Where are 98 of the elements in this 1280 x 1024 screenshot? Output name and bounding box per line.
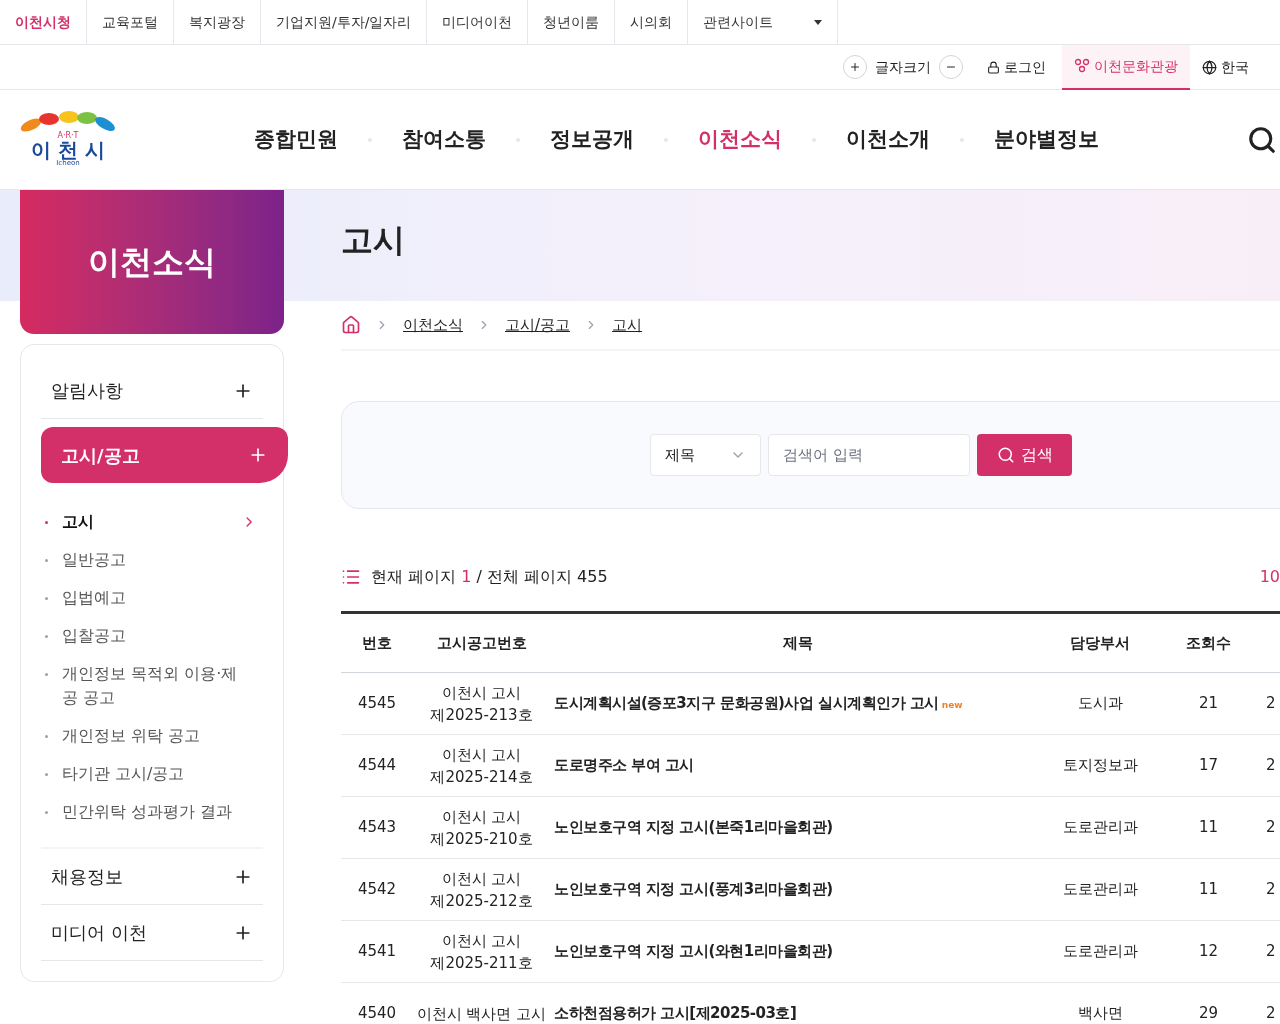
side-menu-item[interactable]: 고시/공고 (41, 427, 288, 483)
table-cell: 4543 (341, 796, 413, 859)
sub-menu-item[interactable]: 입법예고 (45, 579, 263, 617)
sub-menu-item[interactable]: 개인정보 목적외 이용·제공 공고 (45, 655, 263, 717)
table-cell: 도로관리과 (1045, 858, 1155, 921)
table-cell-text: 제2025-212호 (429, 890, 534, 912)
table-cell-text: 제2025-210호 (429, 828, 534, 850)
table-cell: 2 (1262, 672, 1280, 735)
notice-title-link[interactable]: 노인보호구역 지정 고시(본죽1리마을회관) (554, 818, 833, 837)
main-nav-item[interactable]: 참여소통 (402, 123, 486, 156)
logo-tagline: A·R·T (57, 131, 79, 140)
breadcrumb-link[interactable]: 고시/공고 (505, 313, 571, 337)
top-link[interactable]: 이천시청 (0, 0, 87, 44)
top-link[interactable]: 미디어이천 (427, 0, 529, 44)
table-cell-text: 이천시 고시 (440, 806, 523, 828)
related-sites-dropdown[interactable]: 관련사이트 (688, 0, 839, 44)
table-cell-text: 제2025-211호 (429, 952, 534, 974)
plus-icon (849, 61, 861, 73)
search-icon (996, 446, 1015, 464)
table-cell: 17 (1155, 734, 1262, 797)
main-nav-item[interactable]: 이천소개 (846, 123, 930, 156)
search-input[interactable]: 검색어 입력 (768, 434, 970, 476)
sub-menu-item[interactable]: 입찰공고 (45, 617, 263, 655)
notice-title-link[interactable]: 도시계획시설(증포3지구 문화공원)사업 실시계획인가 고시 (554, 694, 939, 713)
login-link[interactable]: 로그인 (987, 56, 1046, 78)
table-cell: 21 (1155, 672, 1262, 735)
list-icon (341, 567, 361, 587)
globe-icon (1202, 59, 1217, 75)
table-cell-text: 이천시 백사면 고시 (415, 1003, 548, 1024)
top-link[interactable]: 복지광장 (174, 0, 261, 44)
breadcrumb-link[interactable]: 이천소식 (403, 313, 463, 337)
caret-icon (814, 19, 823, 25)
sub-menu-item[interactable]: 민간위탁 성과평가 결과 (45, 793, 263, 831)
sub-menu-item[interactable]: 고시 (45, 503, 263, 541)
language-link[interactable]: 한국 (1202, 56, 1249, 78)
column-header: 제목 (550, 612, 1045, 673)
top-link[interactable]: 시의회 (615, 0, 689, 44)
table-cell: 2 (1262, 734, 1280, 797)
home-icon[interactable] (341, 315, 361, 335)
main-nav-item[interactable]: 정보공개 (550, 123, 634, 156)
top-link[interactable]: 청년이룸 (528, 0, 616, 44)
table-cell: 2 (1262, 920, 1280, 983)
table-cell: 도로관리과 (1045, 796, 1155, 859)
table-cell: 백사면 (1045, 982, 1155, 1024)
page-count-text: 현재 페이지 1 / 전체 페이지 455 (371, 566, 608, 588)
table-cell: 4544 (341, 734, 413, 797)
column-header: 조회수 (1155, 612, 1262, 673)
flower-icon (1074, 58, 1090, 74)
table-cell: 2 (1262, 796, 1280, 859)
column-header: 담당부서 (1045, 612, 1155, 673)
font-size-label: 글자크기 (875, 57, 931, 77)
column-header: 번호 (341, 612, 413, 673)
table-cell: 11 (1155, 796, 1262, 859)
notice-title-link[interactable]: 노인보호구역 지정 고시(풍계3리마을회관) (554, 880, 833, 899)
table-cell: 12 (1155, 920, 1262, 983)
side-menu-item[interactable]: 미디어 이천 (41, 905, 263, 961)
search-icon[interactable] (1247, 124, 1277, 155)
page-size-text: 10 (1259, 566, 1280, 588)
main-nav-item[interactable]: 이천소식 (698, 123, 782, 156)
table-cell: 도로관리과 (1045, 920, 1155, 983)
table-cell-text: 이천시 고시 (440, 930, 523, 952)
main-nav-item[interactable]: 종합민원 (254, 123, 338, 156)
main-nav-item[interactable]: 분야별정보 (994, 123, 1099, 156)
table-cell: 2 (1262, 982, 1280, 1024)
logo-name: 이 천 시 (31, 139, 105, 160)
table-cell-text: 제2025-213호 (429, 704, 534, 726)
side-menu-item[interactable]: 채용정보 (41, 849, 263, 905)
table-cell-text: 이천시 고시 (440, 868, 523, 890)
section-title: 이천소식 (88, 242, 216, 283)
top-link[interactable]: 교육포털 (87, 0, 174, 44)
notice-title-link[interactable]: 노인보호구역 지정 고시(와현1리마을회관) (554, 942, 833, 961)
table-cell: 2 (1262, 858, 1280, 921)
table-cell: 4542 (341, 858, 413, 921)
sub-menu-item[interactable]: 개인정보 위탁 공고 (45, 717, 263, 755)
table-cell: 4545 (341, 672, 413, 735)
breadcrumb-link[interactable]: 고시 (612, 313, 643, 337)
table-cell: 도시과 (1045, 672, 1155, 735)
table-cell: 11 (1155, 858, 1262, 921)
top-link[interactable]: 기업지원/투자/일자리 (261, 0, 428, 44)
table-cell-text: 제2025-214호 (429, 766, 534, 788)
lock-icon (987, 60, 1000, 74)
culture-tourism-link[interactable]: 이천문화관광 (1062, 44, 1190, 90)
page-title: 고시 (341, 219, 405, 261)
sub-menu-item[interactable]: 일반공고 (45, 541, 263, 579)
sub-menu-item[interactable]: 타기관 고시/공고 (45, 755, 263, 793)
table-cell: 29 (1155, 982, 1262, 1024)
new-label: new (941, 700, 963, 711)
search-button[interactable]: 검색 (977, 434, 1072, 476)
search-type-select[interactable]: 제목 (650, 434, 761, 476)
side-menu-item[interactable]: 알림사항 (41, 363, 263, 419)
table-cell: 4540 (341, 982, 413, 1024)
table-cell-text: 이천시 고시 (440, 682, 523, 704)
table-cell-text: 이천시 고시 (440, 744, 523, 766)
notice-title-link[interactable]: 도로명주소 부여 고시 (554, 756, 694, 775)
notice-title-link[interactable]: 소하천점용허가 고시[제2025-03호] (554, 1004, 797, 1023)
table-cell: 토지정보과 (1045, 734, 1155, 797)
table-cell: 4541 (341, 920, 413, 983)
column-header: 고시공고번호 (413, 612, 550, 673)
